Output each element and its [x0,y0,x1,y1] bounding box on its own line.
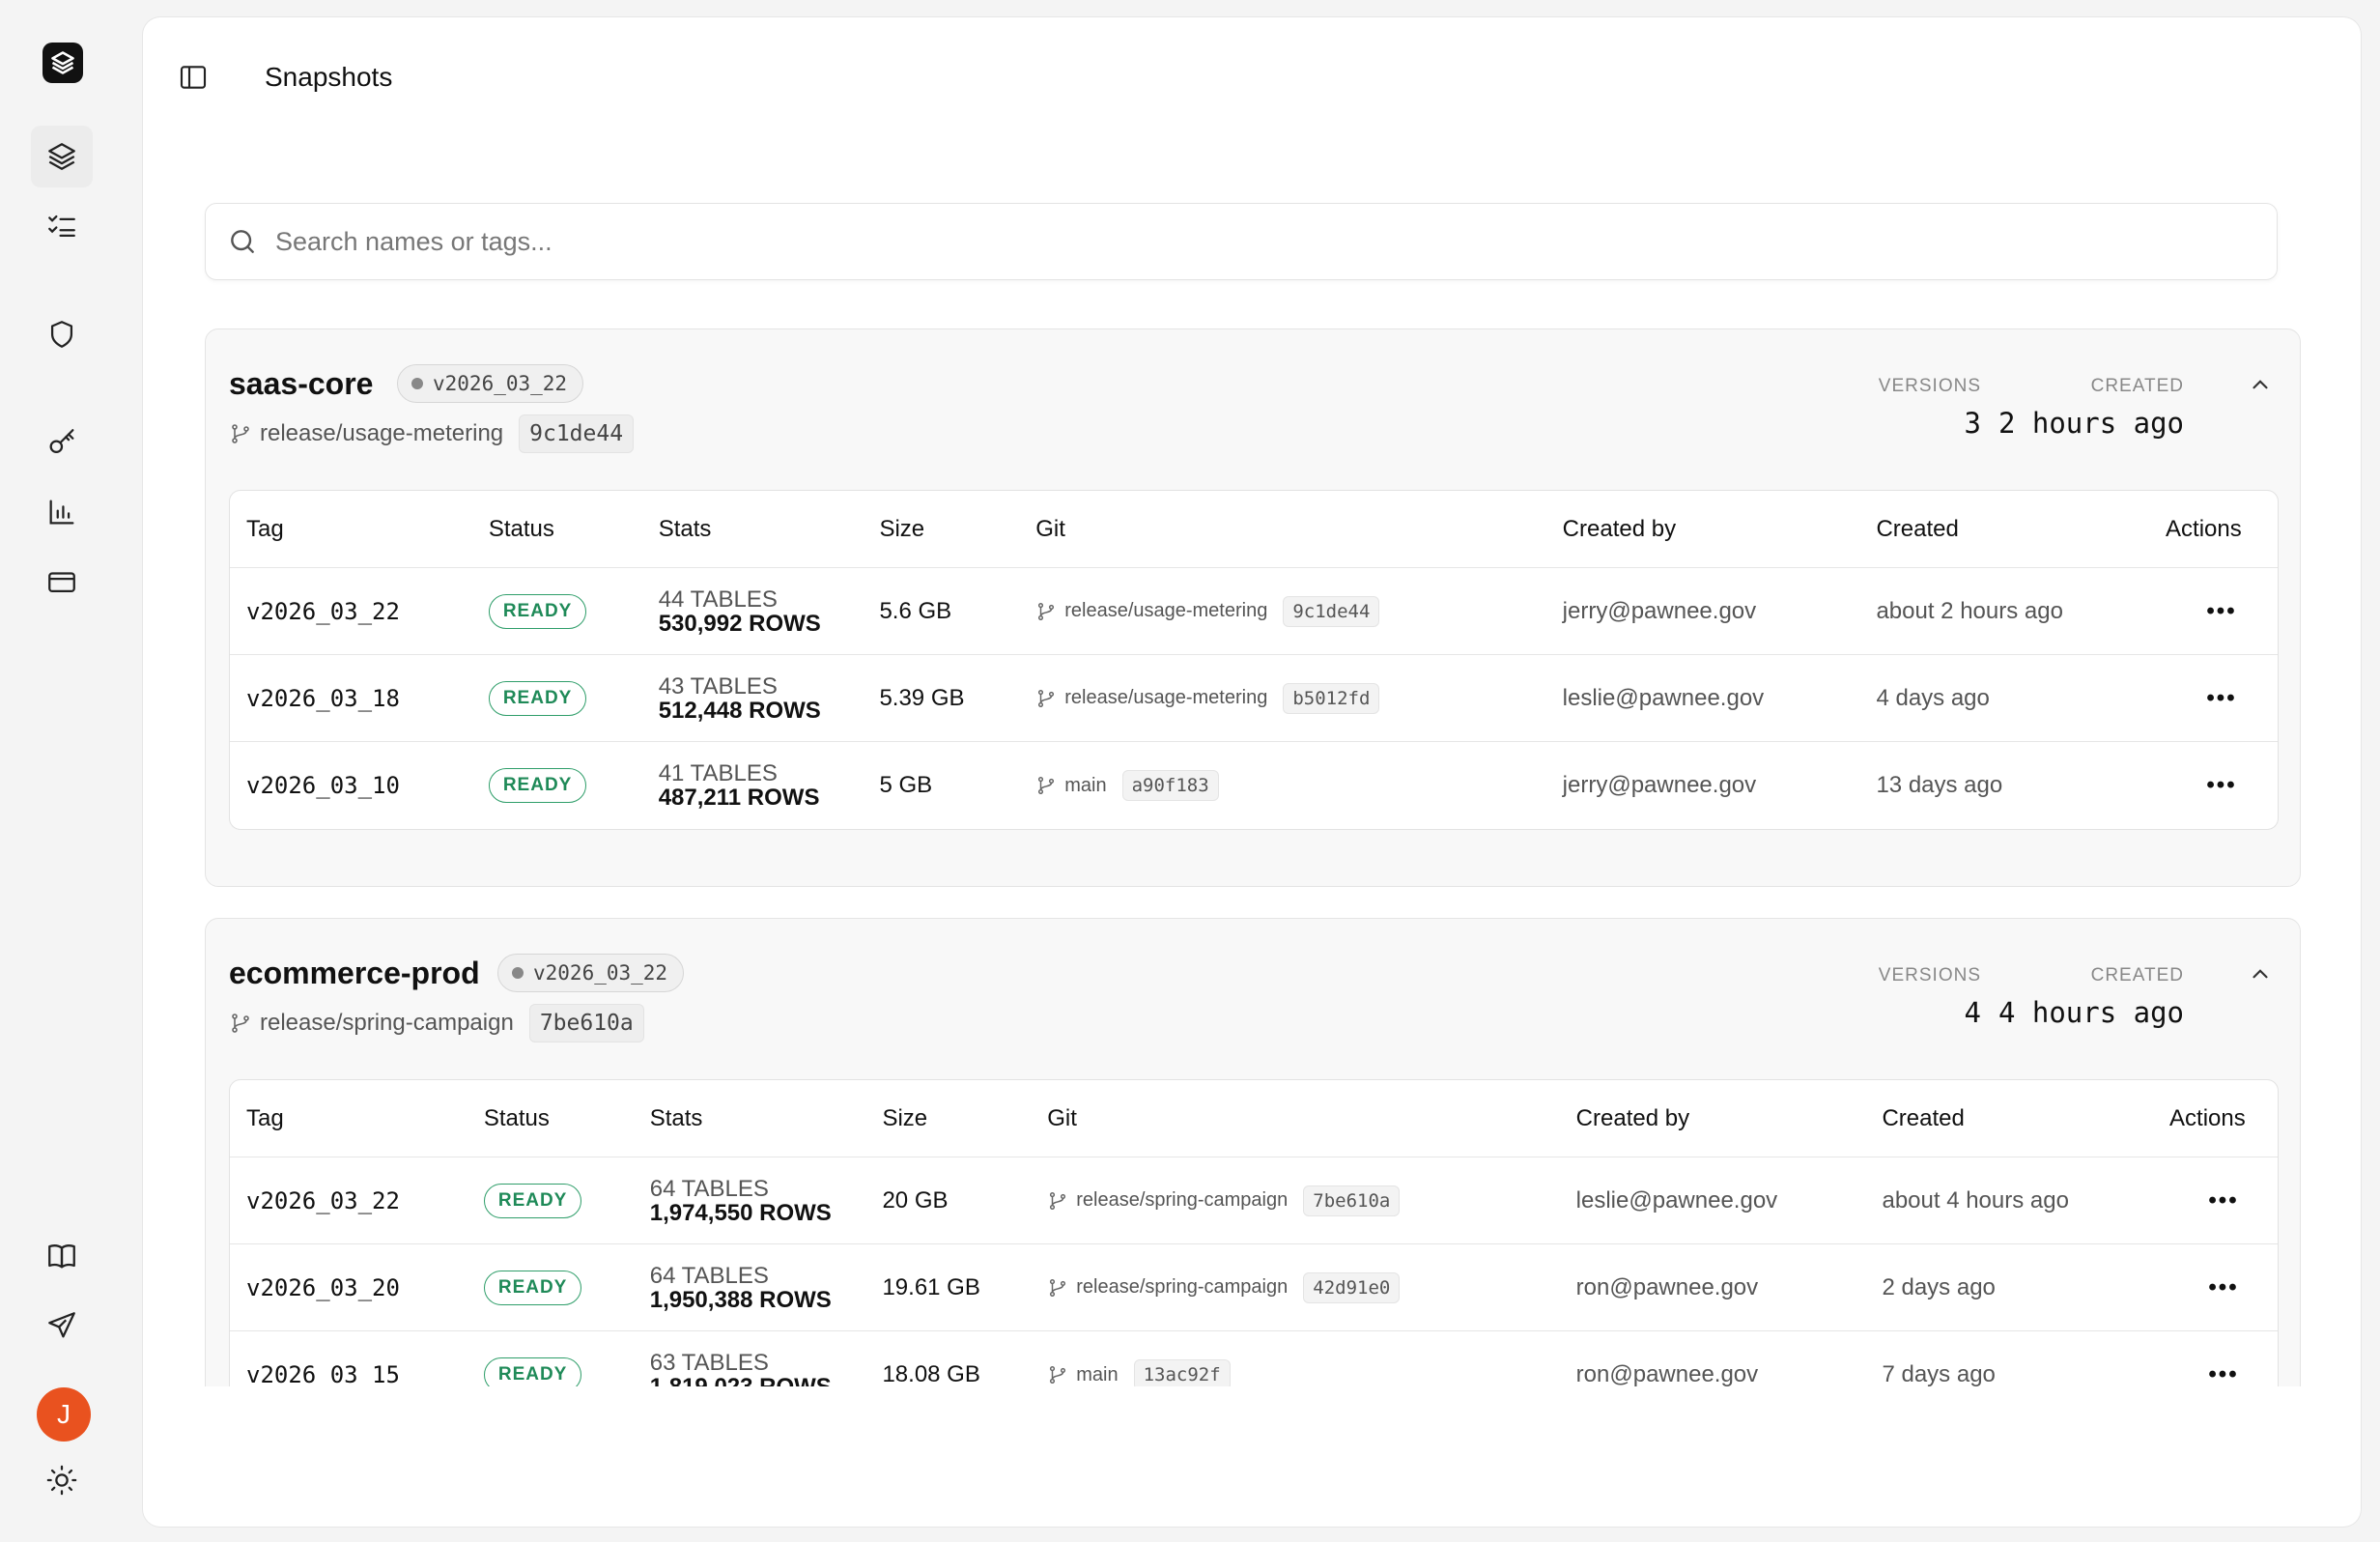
status-badge: READY [488,593,587,629]
created-meta: CREATED 2 hours ago [1998,376,2184,440]
versions-table: Tag Status Stats Size Git Created by Cre… [229,490,2279,830]
bar-chart-icon [49,500,74,525]
col-status: Status [467,1080,634,1157]
col-size: Size [865,1080,1032,1157]
col-size: Size [863,491,1020,568]
git-branch-icon [1050,1191,1066,1210]
table-row[interactable]: v2026_03_22 READY 64 TABLES 1,974,550 ROW… [230,1157,2278,1244]
table-row[interactable]: v2026_03_15 READY 63 TABLES1,819,023 ROW… [230,1331,2278,1386]
git-branch-icon [232,424,249,443]
commit-sha: 42d91e0 [1303,1271,1401,1303]
page-title: Snapshots [265,62,393,92]
versions-meta: VERSIONS 4 [1878,965,1981,1029]
snapshot-list: saas-core v2026_03_22 release/usage-mete… [143,307,2361,1386]
commit-sha: 13ac92f [1133,1359,1231,1386]
sun-icon [46,1465,77,1496]
status-badge: READY [483,1357,582,1386]
status-badge: READY [483,1183,582,1218]
git-branch-icon [1038,689,1055,707]
commit-sha: 9c1de44 [1283,595,1380,627]
sidebar: J [0,0,135,1542]
status-dot-icon [411,378,423,389]
git-branch-icon [1050,1278,1066,1297]
project-card: saas-core v2026_03_22 release/usage-mete… [205,328,2301,887]
project-branch: release/usage-metering 9c1de44 [229,414,635,453]
more-actions-button[interactable]: ••• [2149,568,2278,655]
status-badge: READY [488,680,587,716]
col-created-by: Created by [1545,491,1860,568]
more-actions-button[interactable]: ••• [2153,1331,2278,1386]
layers-icon [48,143,75,170]
project-name: ecommerce-prod [229,956,480,990]
nav-docs[interactable] [31,1225,93,1287]
col-stats: Stats [641,491,864,568]
status-badge: READY [483,1270,582,1305]
commit-sha: 9c1de44 [519,414,635,453]
search-bar[interactable] [205,203,2278,280]
nav-checklist[interactable] [31,195,93,257]
commit-sha: a90f183 [1121,770,1219,801]
col-created: Created [1865,1080,2154,1157]
project-card: ecommerce-prod v2026_03_22 release/sprin… [205,918,2301,1386]
col-status: Status [471,491,642,568]
more-actions-button[interactable]: ••• [2149,655,2278,742]
avatar[interactable]: J [37,1387,91,1442]
git-branch-icon [1038,602,1055,620]
col-tag: Tag [230,1080,468,1157]
header: Snapshots [178,62,392,93]
key-icon [49,429,74,454]
nav-snapshots[interactable] [31,126,93,187]
latest-tag-badge: v2026_03_22 [497,954,685,992]
search-icon [231,230,254,253]
col-created: Created [1859,491,2150,568]
nav-keys[interactable] [31,412,93,473]
versions-meta: VERSIONS 3 [1878,376,1981,440]
col-actions: Actions [2149,491,2278,568]
created-meta: CREATED 4 hours ago [1998,965,2184,1029]
git-branch-icon [1050,1366,1066,1384]
nav-security[interactable] [31,303,93,365]
col-actions: Actions [2153,1080,2278,1157]
col-created-by: Created by [1559,1080,1866,1157]
git-branch-icon [1038,777,1055,794]
status-dot-icon [512,967,524,979]
versions-table: Tag Status Stats Size Git Created by Cre… [229,1079,2279,1386]
project-name: saas-core [229,366,374,401]
col-git: Git [1031,1080,1560,1157]
nav-analytics[interactable] [31,481,93,543]
more-actions-button[interactable]: ••• [2153,1244,2278,1331]
table-row[interactable]: v2026_03_22 READY 44 TABLES 530,992 ROWS … [230,568,2278,655]
commit-sha: 7be610a [1303,1185,1401,1216]
send-icon [48,1312,75,1338]
col-stats: Stats [633,1080,866,1157]
table-row[interactable]: v2026_03_10 READY 41 TABLES 487,211 ROWS … [230,742,2278,829]
book-icon [48,1244,75,1269]
layers-logo-icon[interactable] [42,43,83,83]
chevron-up-icon[interactable] [2248,961,2273,986]
main-panel: Snapshots saas-core v2026_03_22 release/… [143,17,2361,1527]
git-branch-icon [232,1014,249,1033]
sidebar-toggle-icon[interactable] [178,62,209,93]
theme-toggle[interactable] [31,1449,93,1511]
search-input[interactable] [275,226,2111,257]
nav-billing[interactable] [31,551,93,613]
commit-sha: 7be610a [528,1004,644,1042]
checklist-icon [48,214,75,238]
col-tag: Tag [230,491,472,568]
table-row[interactable]: v2026_03_18 READY 43 TABLES 512,448 ROWS … [230,655,2278,742]
shield-icon [50,321,73,348]
more-actions-button[interactable]: ••• [2153,1157,2278,1244]
commit-sha: b5012fd [1283,682,1380,714]
chevron-up-icon[interactable] [2248,372,2273,397]
more-actions-button[interactable]: ••• [2149,742,2278,829]
credit-card-icon [48,572,75,593]
project-branch: release/spring-campaign 7be610a [229,1004,644,1042]
status-badge: READY [488,768,587,803]
nav-feedback[interactable] [31,1295,93,1356]
table-row[interactable]: v2026_03_20 READY 64 TABLES 1,950,388 ROW… [230,1244,2278,1331]
latest-tag-badge: v2026_03_22 [397,364,584,403]
col-git: Git [1019,491,1546,568]
